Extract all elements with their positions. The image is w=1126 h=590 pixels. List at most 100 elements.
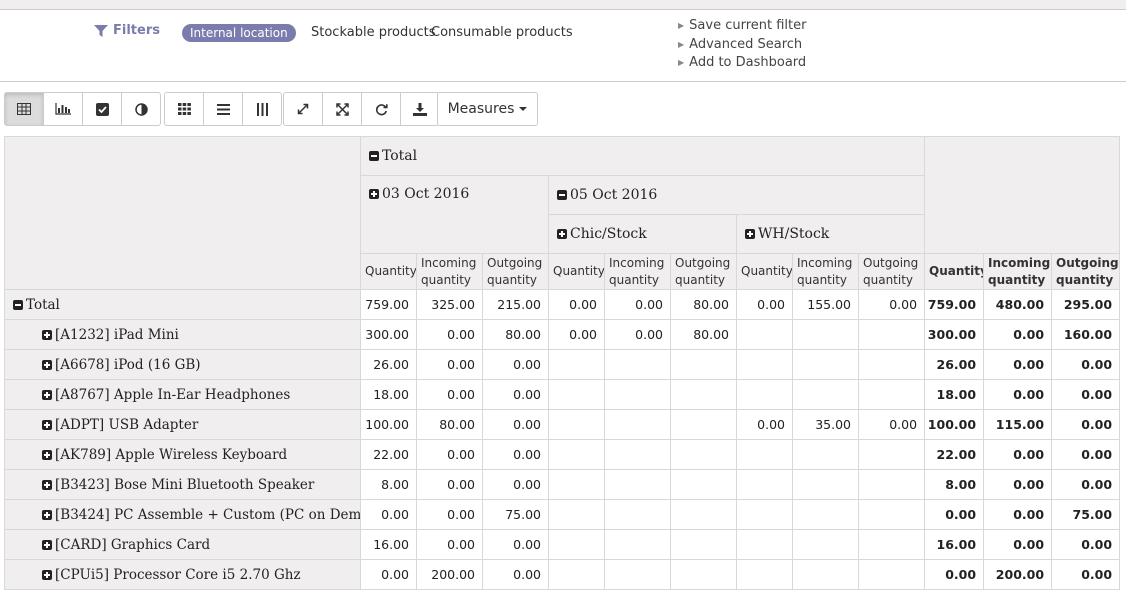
value-cell[interactable]: 75.00 xyxy=(482,499,549,530)
value-cell[interactable] xyxy=(857,319,926,350)
value-cell[interactable]: 0.00 xyxy=(482,529,549,560)
value-cell[interactable]: 16.00 xyxy=(360,529,417,560)
measure-header-outgoing[interactable]: Outgoing quantity xyxy=(670,253,737,290)
value-cell[interactable]: 0.00 xyxy=(1051,349,1121,380)
value-cell[interactable]: 0.00 xyxy=(1051,559,1121,590)
value-cell[interactable] xyxy=(604,529,671,560)
row-header-product[interactable]: [CARD] Graphics Card xyxy=(4,529,361,560)
value-cell[interactable]: 0.00 xyxy=(482,559,549,590)
advanced-search-link[interactable]: ▶ Advanced Search xyxy=(678,36,806,55)
value-cell[interactable]: 480.00 xyxy=(983,289,1053,320)
value-cell[interactable]: 0.00 xyxy=(416,319,483,350)
value-cell[interactable]: 80.00 xyxy=(482,319,549,350)
value-cell[interactable] xyxy=(792,349,859,380)
row-header-product[interactable]: [ADPT] USB Adapter xyxy=(4,409,361,440)
value-cell[interactable] xyxy=(670,349,737,380)
save-current-filter-link[interactable]: ▶ Save current filter xyxy=(678,17,806,36)
value-cell[interactable]: 200.00 xyxy=(983,559,1053,590)
row-header-product[interactable]: [B3423] Bose Mini Bluetooth Speaker xyxy=(4,469,361,500)
value-cell[interactable]: 115.00 xyxy=(983,409,1053,440)
value-cell[interactable] xyxy=(604,379,671,410)
value-cell[interactable]: 22.00 xyxy=(360,439,417,470)
value-cell[interactable] xyxy=(604,469,671,500)
value-cell[interactable]: 200.00 xyxy=(416,559,483,590)
value-cell[interactable] xyxy=(604,439,671,470)
facet-internal-location[interactable]: Internal location xyxy=(182,24,296,42)
columns-layout-button[interactable] xyxy=(242,92,282,126)
value-cell[interactable]: 0.00 xyxy=(1051,379,1121,410)
value-cell[interactable]: 0.00 xyxy=(548,319,605,350)
measure-header-incoming[interactable]: Incoming quantity xyxy=(416,253,483,290)
row-header-product[interactable]: [A8767] Apple In-Ear Headphones xyxy=(4,379,361,410)
value-cell[interactable] xyxy=(736,439,793,470)
select-view-button[interactable] xyxy=(82,92,122,126)
value-cell[interactable]: 0.00 xyxy=(604,319,671,350)
flip-axis-button[interactable] xyxy=(283,92,323,126)
row-header-product[interactable]: [AK789] Apple Wireless Keyboard xyxy=(4,439,361,470)
value-cell[interactable]: 0.00 xyxy=(857,409,926,440)
value-cell[interactable] xyxy=(857,469,926,500)
value-cell[interactable] xyxy=(792,559,859,590)
value-cell[interactable]: 759.00 xyxy=(924,289,985,320)
value-cell[interactable] xyxy=(670,529,737,560)
value-cell[interactable] xyxy=(792,499,859,530)
value-cell[interactable]: 0.00 xyxy=(416,499,483,530)
value-cell[interactable]: 0.00 xyxy=(482,439,549,470)
measure-header-quantity[interactable]: Quantity xyxy=(736,253,793,290)
value-cell[interactable] xyxy=(736,469,793,500)
row-header-product[interactable]: [B3424] PC Assemble + Custom (PC on Dema… xyxy=(4,499,361,530)
value-cell[interactable]: 0.00 xyxy=(924,499,985,530)
value-cell[interactable] xyxy=(736,559,793,590)
value-cell[interactable]: 0.00 xyxy=(604,289,671,320)
measure-header-incoming[interactable]: Incoming quantity xyxy=(604,253,671,290)
col-header-date-2[interactable]: 05 Oct 2016 xyxy=(547,175,926,215)
graph-view-button[interactable] xyxy=(43,92,83,126)
value-cell[interactable]: 0.00 xyxy=(416,469,483,500)
value-cell[interactable] xyxy=(548,499,605,530)
value-cell[interactable]: 0.00 xyxy=(983,349,1053,380)
value-cell[interactable] xyxy=(604,349,671,380)
col-header-wh-stock[interactable]: WH/Stock xyxy=(735,214,926,254)
value-cell[interactable]: 0.00 xyxy=(1051,439,1121,470)
value-cell[interactable] xyxy=(670,559,737,590)
value-cell[interactable]: 0.00 xyxy=(983,379,1053,410)
value-cell[interactable]: 0.00 xyxy=(1051,409,1121,440)
value-cell[interactable] xyxy=(736,499,793,530)
measure-header-quantity[interactable]: Quantity xyxy=(924,253,985,290)
value-cell[interactable]: 0.00 xyxy=(983,469,1053,500)
value-cell[interactable]: 0.00 xyxy=(736,289,793,320)
value-cell[interactable]: 80.00 xyxy=(670,319,737,350)
value-cell[interactable]: 8.00 xyxy=(360,469,417,500)
value-cell[interactable] xyxy=(604,409,671,440)
value-cell[interactable] xyxy=(857,499,926,530)
value-cell[interactable]: 26.00 xyxy=(360,349,417,380)
value-cell[interactable]: 35.00 xyxy=(792,409,859,440)
value-cell[interactable] xyxy=(670,379,737,410)
value-cell[interactable] xyxy=(792,469,859,500)
measure-header-outgoing[interactable]: Outgoing quantity xyxy=(857,253,926,290)
value-cell[interactable] xyxy=(736,319,793,350)
value-cell[interactable]: 0.00 xyxy=(416,439,483,470)
value-cell[interactable] xyxy=(604,499,671,530)
rows-layout-button[interactable] xyxy=(203,92,243,126)
row-header-product[interactable]: [A6678] iPod (16 GB) xyxy=(4,349,361,380)
measures-dropdown[interactable]: Measures xyxy=(437,92,538,126)
value-cell[interactable]: 0.00 xyxy=(857,289,926,320)
value-cell[interactable] xyxy=(548,349,605,380)
value-cell[interactable]: 26.00 xyxy=(924,349,985,380)
reload-button[interactable] xyxy=(361,92,401,126)
col-header-total[interactable]: Total xyxy=(359,136,926,176)
row-header-product[interactable]: [CPUi5] Processor Core i5 2.70 Ghz xyxy=(4,559,361,590)
value-cell[interactable]: 300.00 xyxy=(924,319,985,350)
value-cell[interactable]: 325.00 xyxy=(416,289,483,320)
measure-header-quantity[interactable]: Quantity xyxy=(360,253,417,290)
value-cell[interactable] xyxy=(736,529,793,560)
value-cell[interactable] xyxy=(792,529,859,560)
expand-all-button[interactable] xyxy=(322,92,362,126)
add-to-dashboard-link[interactable]: ▶ Add to Dashboard xyxy=(678,54,806,73)
value-cell[interactable] xyxy=(548,379,605,410)
value-cell[interactable]: 0.00 xyxy=(416,529,483,560)
download-button[interactable] xyxy=(400,92,440,126)
heatmap-toggle-button[interactable] xyxy=(121,92,161,126)
value-cell[interactable]: 295.00 xyxy=(1051,289,1121,320)
